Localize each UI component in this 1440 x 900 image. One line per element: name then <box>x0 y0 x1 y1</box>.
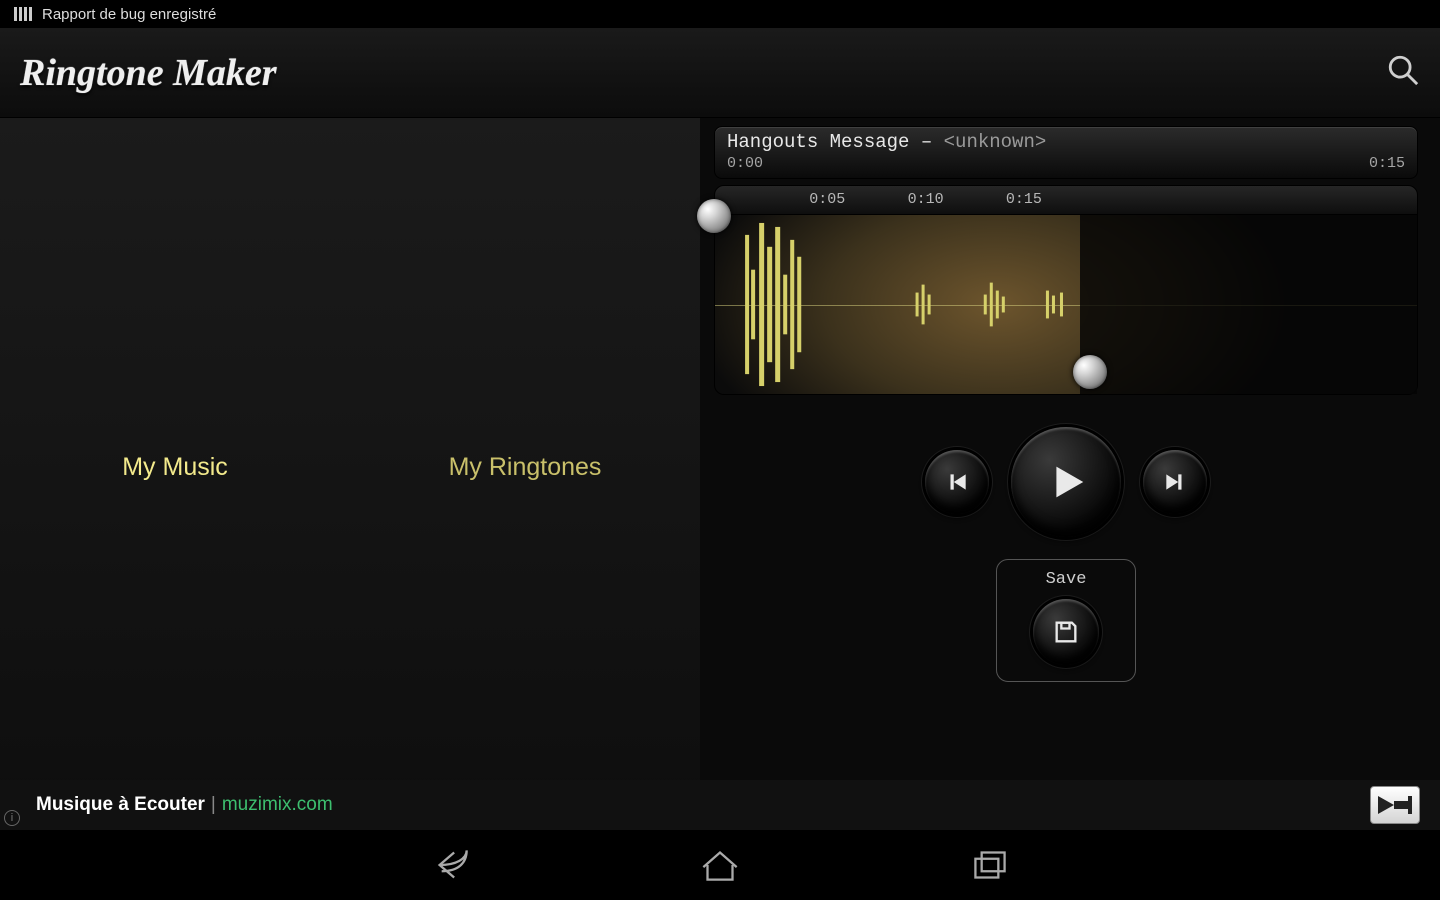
tick-label: 0:10 <box>908 191 944 208</box>
time-position: 0:00 <box>727 155 763 172</box>
app-logo: Ringtone Maker <box>20 51 277 95</box>
play-icon <box>1043 459 1089 505</box>
status-bar: Rapport de bug enregistré <box>0 0 1440 28</box>
track-title: Hangouts Message – <unknown> <box>727 131 1405 153</box>
time-ruler: 0:05 0:10 0:15 <box>714 185 1418 215</box>
home-icon[interactable] <box>695 844 745 886</box>
ad-bar[interactable]: i Musique à Ecouter | muzimix.com <box>0 780 1440 830</box>
ad-text: Musique à Ecouter <box>36 794 205 816</box>
tick-label: 0:05 <box>809 191 845 208</box>
trim-handle-start[interactable] <box>697 199 731 233</box>
status-text: Rapport de bug enregistré <box>42 6 216 23</box>
save-label: Save <box>997 570 1135 589</box>
play-button[interactable] <box>1011 427 1121 537</box>
selection-mask <box>1080 215 1417 394</box>
main-area: My Music My Ringtones <unknown>Hangouts … <box>0 118 1440 788</box>
tick-label: 0:15 <box>1006 191 1042 208</box>
time-duration: 0:15 <box>1369 155 1405 172</box>
save-button[interactable] <box>1033 599 1099 665</box>
ad-next-button[interactable] <box>1370 786 1420 824</box>
ad-sep: | <box>211 794 216 816</box>
playback-controls <box>714 427 1418 537</box>
next-button[interactable] <box>1143 450 1207 514</box>
android-navbar <box>0 830 1440 900</box>
skip-next-icon <box>1162 469 1188 495</box>
search-icon <box>1386 53 1420 87</box>
status-bars-icon <box>14 7 32 21</box>
waveform-editor[interactable]: 0:05 0:10 0:15 <box>714 185 1418 395</box>
ad-link[interactable]: muzimix.com <box>222 794 333 816</box>
save-icon <box>1052 618 1080 646</box>
tab-bar: My Music My Ringtones <box>0 118 700 818</box>
app-header: Ringtone Maker <box>0 28 1440 118</box>
prev-button[interactable] <box>925 450 989 514</box>
tab-my-music[interactable]: My Music <box>0 118 350 816</box>
waveform[interactable] <box>714 215 1418 395</box>
back-icon[interactable] <box>425 844 475 886</box>
ad-info-icon[interactable]: i <box>4 810 20 826</box>
editor-panel: Hangouts Message – <unknown> 0:00 0:15 0:… <box>700 118 1440 788</box>
trim-handle-end[interactable] <box>1073 355 1107 389</box>
skip-previous-icon <box>944 469 970 495</box>
recents-icon[interactable] <box>965 844 1015 886</box>
search-button[interactable] <box>1386 53 1420 92</box>
track-header: Hangouts Message – <unknown> 0:00 0:15 <box>714 126 1418 179</box>
tab-my-ringtones[interactable]: My Ringtones <box>350 118 700 816</box>
save-panel: Save <box>996 559 1136 682</box>
